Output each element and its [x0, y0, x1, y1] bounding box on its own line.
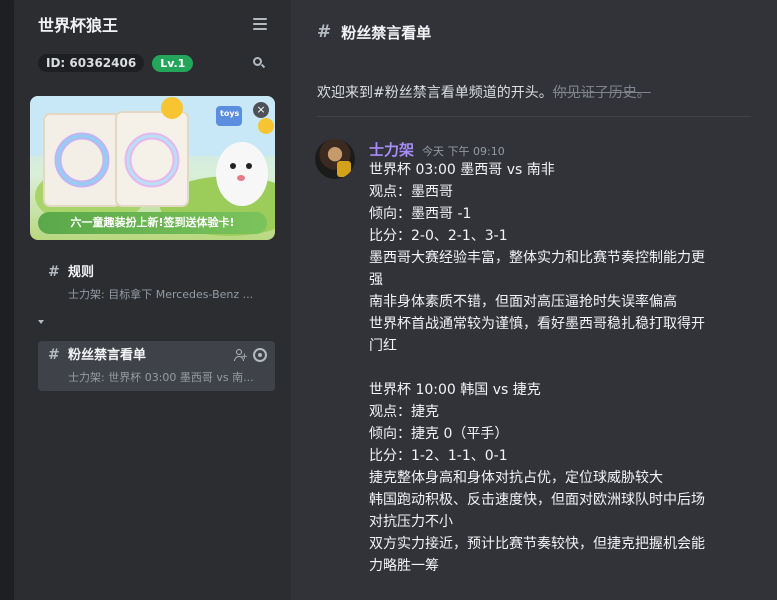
- channel-sidebar: 世界杯狼王 ID: 60362406 Lv.1 toys × 六一童趣装扮上新!…: [14, 0, 291, 600]
- channel-item-rules[interactable]: # 规则 士力架: 目标拿下 Mercedes-Benz ...: [38, 258, 275, 308]
- close-icon[interactable]: ×: [253, 102, 269, 118]
- divider: [317, 116, 751, 117]
- message-line: 比分：2-0、2-1、3-1: [369, 228, 508, 244]
- hash-icon: #: [48, 264, 60, 280]
- message-timestamp: 今天 下午 09:10: [422, 145, 505, 158]
- message-line: 世界杯 03:00 墨西哥 vs 南非: [369, 162, 555, 178]
- message-line: 倾向：捷克 0（平手）: [369, 426, 509, 442]
- add-member-icon[interactable]: +: [233, 348, 248, 362]
- message-line: 观点：捷克: [369, 404, 439, 420]
- channel-preview: 士力架: 目标拿下 Mercedes-Benz ...: [68, 288, 254, 301]
- message-author[interactable]: 士力架: [369, 139, 414, 160]
- server-rail: [0, 0, 14, 600]
- guild-name: 世界杯狼王: [38, 16, 119, 35]
- message-line: 力略胜一筹: [369, 558, 439, 574]
- level-badge: Lv.1: [152, 54, 194, 72]
- chevron-down-icon: [38, 320, 44, 324]
- message-line: 世界杯 10:00 韩国 vs 捷克: [369, 382, 541, 398]
- hash-icon: #: [48, 347, 60, 363]
- welcome-text: 欢迎来到#粉丝禁言看单频道的开头。你见证了历史。: [317, 82, 651, 102]
- banner-sticker: toys: [220, 109, 240, 118]
- promo-banner[interactable]: toys × 六一童趣装扮上新!签到送体验卡!: [30, 96, 275, 240]
- message-line: 南非身体素质不错，但面对高压逼抢时失误率偏高: [369, 294, 677, 310]
- message-line: 双方实力接近，预计比赛节奏较快，但捷克把握机会能: [369, 536, 705, 552]
- channel-header: # 粉丝禁言看单: [291, 0, 777, 64]
- message-line: 比分：1-2、1-1、0-1: [369, 448, 508, 464]
- banner-caption: 六一童趣装扮上新!签到送体验卡!: [38, 212, 267, 234]
- search-icon[interactable]: [253, 57, 266, 69]
- message-line: 观点：墨西哥: [369, 184, 453, 200]
- message-line: 强: [369, 272, 383, 288]
- channel-preview: 士力架: 世界杯 03:00 墨西哥 vs 南...: [68, 371, 254, 384]
- message-line: 门红: [369, 338, 397, 354]
- guild-header[interactable]: 世界杯狼王: [14, 0, 291, 48]
- message-line: 捷克整体身高和身体对抗占优，定位球威胁较大: [369, 470, 663, 486]
- welcome-sub: 你见证了历史。: [552, 85, 651, 101]
- hash-icon: #: [317, 22, 332, 42]
- menu-icon[interactable]: [253, 18, 267, 30]
- settings-icon[interactable]: [253, 348, 267, 362]
- channel-actions: +: [233, 348, 267, 362]
- category-header[interactable]: [38, 320, 48, 324]
- id-row: ID: 60362406 Lv.1: [14, 48, 291, 78]
- welcome-main: 欢迎来到#粉丝禁言看单频道的开头。: [317, 85, 553, 101]
- avatar[interactable]: [315, 139, 355, 179]
- message-line: 世界杯首战通常较为谨慎，看好墨西哥稳扎稳打取得开: [369, 316, 705, 332]
- channel-item-fan-picks[interactable]: # 粉丝禁言看单 士力架: 世界杯 03:00 墨西哥 vs 南... +: [38, 341, 275, 391]
- channel-name: 规则: [68, 265, 95, 280]
- message-line: 倾向：墨西哥 -1: [369, 206, 472, 222]
- message-header: 士力架 今天 下午 09:10: [369, 139, 755, 159]
- channel-title: 粉丝禁言看单: [341, 23, 432, 42]
- message-line: 对抗压力不小: [369, 514, 453, 530]
- message-body: 士力架 今天 下午 09:10 世界杯 03:00 墨西哥 vs 南非 观点：墨…: [369, 139, 755, 577]
- chat-panel: # 粉丝禁言看单 欢迎来到#粉丝禁言看单频道的开头。你见证了历史。 士力架 今天…: [291, 0, 777, 600]
- message-line: 韩国跑动积极、反击速度快，但面对欧洲球队时中后场: [369, 492, 705, 508]
- message-line: 墨西哥大赛经验丰富，整体实力和比赛节奏控制能力更: [369, 250, 705, 266]
- guild-id-badge: ID: 60362406: [38, 54, 145, 72]
